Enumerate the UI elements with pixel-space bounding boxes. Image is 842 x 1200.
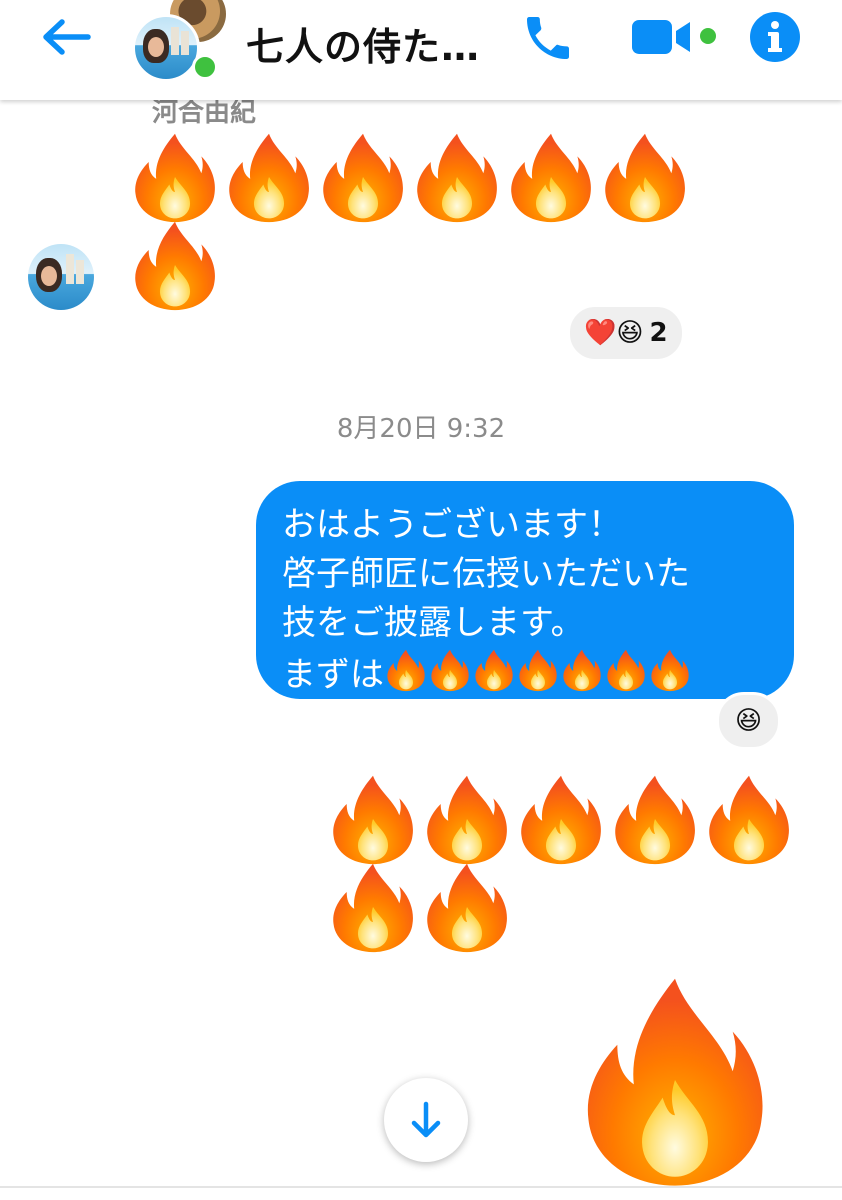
conversation-header: 七人の侍た…	[0, 0, 842, 100]
composer-divider	[0, 1186, 842, 1188]
online-status-dot	[192, 54, 218, 80]
fire-emoji	[316, 130, 410, 224]
large-fire-emoji[interactable]	[572, 970, 778, 1190]
member-avatar-primary	[132, 14, 200, 82]
message-line: 技をご披露します。	[282, 603, 585, 643]
incoming-reaction-summary[interactable]: ❤️😆 2	[567, 304, 685, 362]
outgoing-reaction[interactable]: 😆	[716, 692, 782, 750]
reaction-emojis: ❤️😆	[584, 318, 644, 348]
fire-emoji	[598, 130, 692, 224]
fire-emoji	[326, 860, 420, 954]
video-active-dot	[700, 28, 716, 44]
message-timestamp: 8月20日 9:32	[336, 414, 506, 444]
back-arrow-icon[interactable]	[36, 12, 96, 62]
fire-emoji	[608, 772, 702, 866]
scroll-to-bottom-button[interactable]	[384, 1078, 468, 1162]
conversation-title[interactable]: 七人の侍た…	[246, 16, 480, 71]
fire-emoji	[128, 130, 222, 224]
message-line-emoji: まずは	[282, 648, 768, 700]
fire-emoji	[702, 772, 796, 866]
message-line: おはようございます！	[282, 505, 622, 545]
inline-fire-emojis	[384, 648, 692, 692]
arrow-down-icon	[411, 1101, 441, 1138]
fire-emoji	[128, 218, 222, 312]
sender-avatar[interactable]	[28, 244, 94, 310]
fire-emoji	[420, 860, 514, 954]
fire-emoji	[514, 772, 608, 866]
fire-emoji	[420, 772, 514, 866]
message-line: 啓子師匠に伝授いただいた	[282, 554, 690, 594]
fire-emoji	[504, 130, 598, 224]
fire-emoji	[410, 130, 504, 224]
reaction-emoji: 😆	[735, 706, 763, 736]
outgoing-message-bubble[interactable]: おはようございます！ 啓子師匠に伝授いただいた 技をご披露します。 まずは	[256, 481, 794, 699]
phone-icon[interactable]	[520, 10, 576, 66]
reaction-count: 2	[649, 318, 668, 348]
fire-emoji	[222, 130, 316, 224]
message-line-text: まずは	[282, 655, 384, 695]
fire-emoji	[326, 772, 420, 866]
group-avatar[interactable]	[130, 0, 230, 90]
info-icon[interactable]	[748, 10, 802, 64]
video-camera-icon[interactable]	[630, 14, 700, 60]
